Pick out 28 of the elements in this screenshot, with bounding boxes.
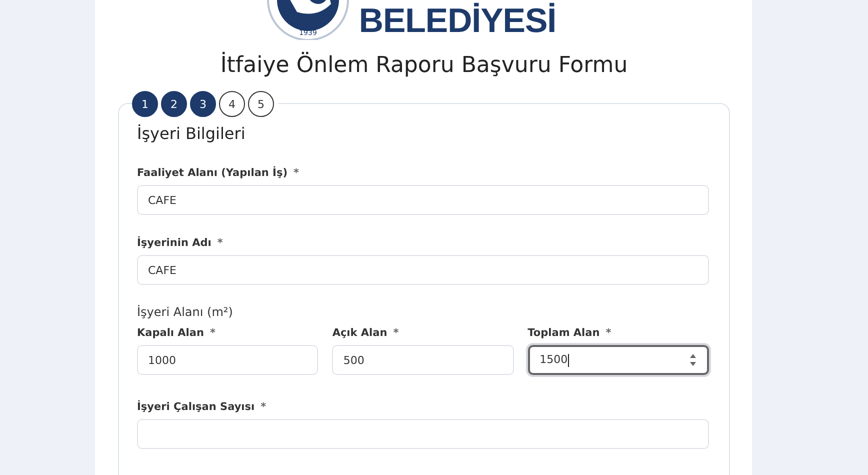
field-label: İşyerinin Adı <box>137 237 212 249</box>
step-indicator[interactable]: 3 <box>190 91 216 117</box>
field-label: Kapalı Alan <box>137 327 204 339</box>
input-field[interactable]: CAFE <box>137 255 709 285</box>
required-mark: * <box>294 167 300 179</box>
required-mark: * <box>606 327 612 339</box>
form-title: İtfaiye Önlem Raporu Başvuru Formu <box>219 50 629 80</box>
input-field[interactable]: 500 <box>332 345 514 375</box>
field-label: Faaliyet Alanı (Yapılan İş) <box>137 167 288 179</box>
input-field[interactable] <box>137 419 709 449</box>
field-label: Toplam Alan <box>528 327 600 339</box>
step-indicator[interactable]: 1 <box>132 91 158 117</box>
step-indicator[interactable]: 2 <box>161 91 187 117</box>
field-label: Açık Alan <box>332 327 388 339</box>
input-field[interactable]: 1500 <box>528 345 709 375</box>
required-mark: * <box>393 327 399 339</box>
field-label: İşyeri Çalışan Sayısı <box>137 401 255 413</box>
step-indicator[interactable]: 4 <box>219 91 245 117</box>
input-field[interactable]: CAFE <box>137 185 709 215</box>
group-heading: İşyeri Alanı (m²) <box>137 305 234 319</box>
spinner-icon[interactable] <box>688 353 697 367</box>
required-mark: * <box>217 237 223 249</box>
input-field[interactable]: 1000 <box>137 345 318 375</box>
logo-wordmark: BELEDİYESİ <box>358 1 556 41</box>
required-mark: * <box>210 327 216 339</box>
section-heading: İşyeri Bilgileri <box>137 124 246 143</box>
required-mark: * <box>260 401 266 413</box>
step-indicator[interactable]: 5 <box>248 91 274 117</box>
